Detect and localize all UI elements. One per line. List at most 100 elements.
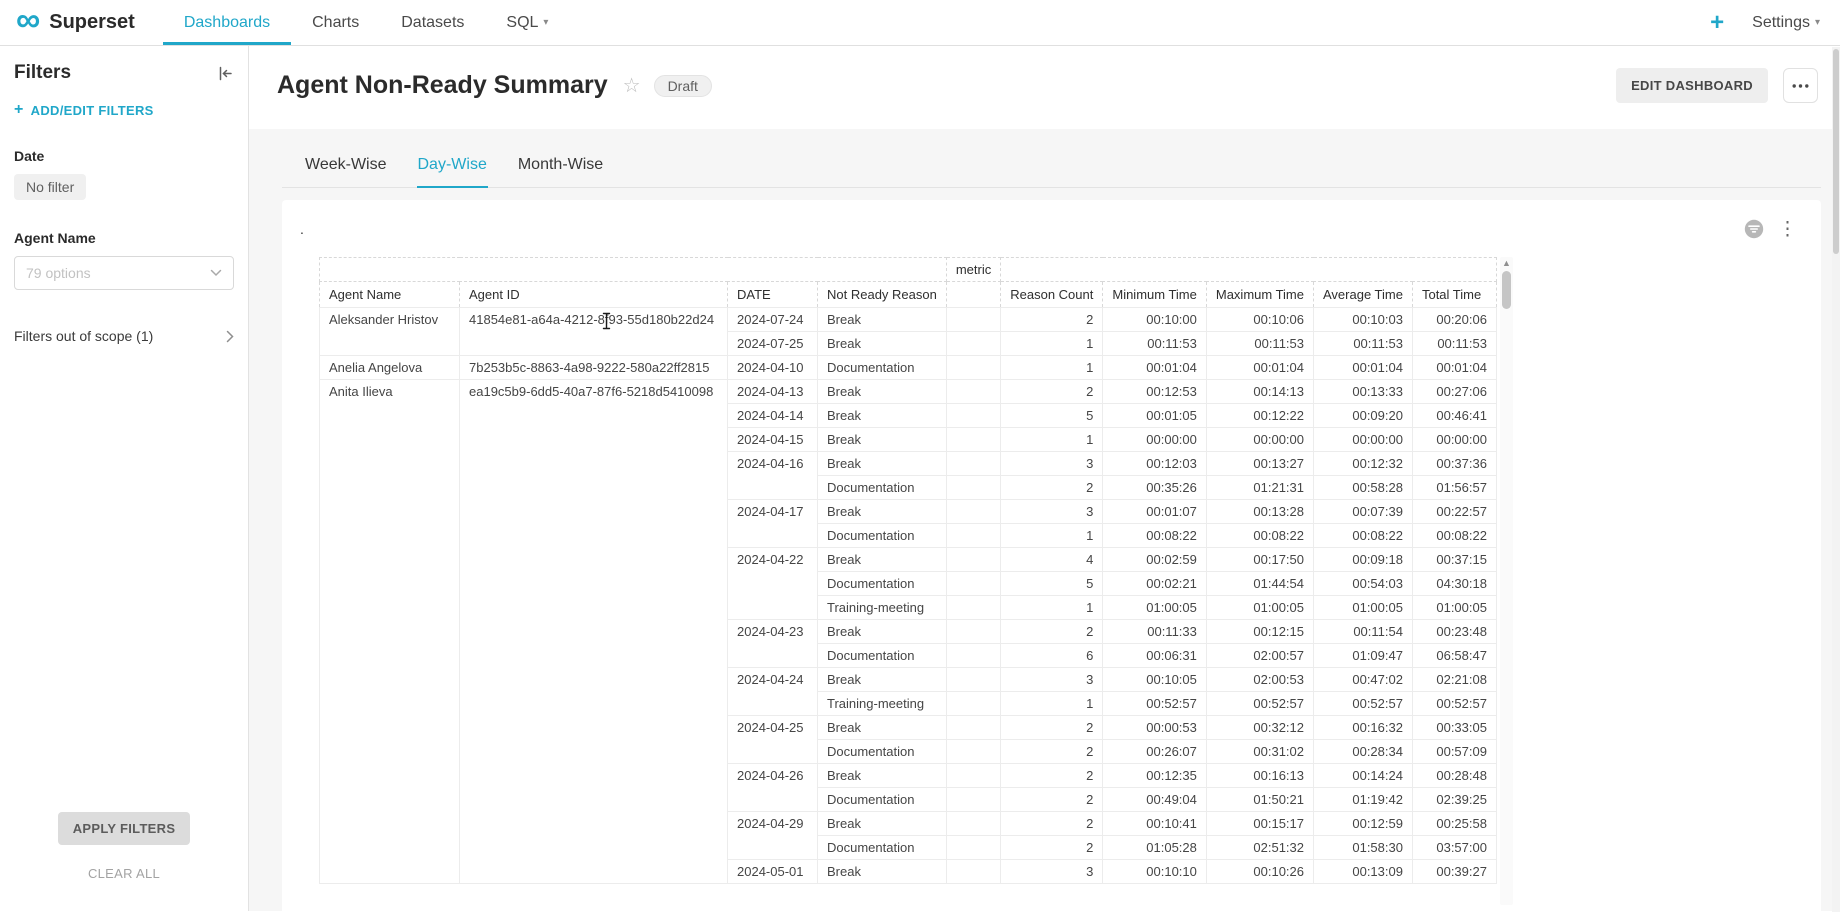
metric-cell: 00:13:28 bbox=[1206, 500, 1313, 524]
column-header-not-ready-reason[interactable]: Not Ready Reason bbox=[818, 282, 947, 308]
metric-cell: 2 bbox=[1001, 836, 1103, 860]
settings-menu[interactable]: Settings ▾ bbox=[1752, 14, 1820, 32]
clear-all-button[interactable]: CLEAR ALL bbox=[88, 866, 160, 881]
add-edit-filters-button[interactable]: + ADD/EDIT FILTERS bbox=[14, 102, 234, 118]
new-item-button[interactable]: + bbox=[1710, 11, 1724, 35]
scroll-up-arrow-icon[interactable]: ▲ bbox=[1502, 259, 1511, 268]
brand-logo[interactable]: ∞ Superset bbox=[16, 0, 163, 45]
metric-cell: 2 bbox=[1001, 380, 1103, 404]
dashboard-body: Week-Wise Day-Wise Month-Wise . ⋮ bbox=[249, 129, 1840, 922]
nav-item-datasets[interactable]: Datasets bbox=[380, 0, 485, 45]
page-scrollbar[interactable] bbox=[1832, 47, 1840, 912]
row-header-cell: Break bbox=[818, 332, 947, 356]
filters-out-of-scope[interactable]: Filters out of scope (1) bbox=[14, 328, 234, 344]
row-header-cell bbox=[946, 524, 1000, 548]
metric-cell: 00:31:02 bbox=[1206, 740, 1313, 764]
metric-cell: 5 bbox=[1001, 404, 1103, 428]
row-header-cell: Documentation bbox=[818, 572, 947, 596]
dashboard-tabs: Week-Wise Day-Wise Month-Wise bbox=[282, 146, 1821, 188]
metric-cell: 01:05:28 bbox=[1103, 836, 1207, 860]
metric-cell: 00:25:58 bbox=[1412, 812, 1496, 836]
metric-cell: 1 bbox=[1001, 332, 1103, 356]
metric-cell: 00:52:57 bbox=[1314, 692, 1413, 716]
brand-name: Superset bbox=[49, 11, 135, 34]
metric-cell: 00:11:33 bbox=[1103, 620, 1207, 644]
metric-cell: 00:35:26 bbox=[1103, 476, 1207, 500]
apply-filters-button[interactable]: APPLY FILTERS bbox=[58, 812, 191, 845]
metric-cell: 00:10:00 bbox=[1103, 308, 1207, 332]
column-header-average-time[interactable]: Average Time bbox=[1314, 282, 1413, 308]
row-header-cell bbox=[946, 548, 1000, 572]
chart-card: . ⋮ bbox=[282, 200, 1821, 922]
page-scrollbar-thumb[interactable] bbox=[1833, 49, 1839, 254]
metric-cell: 5 bbox=[1001, 572, 1103, 596]
metric-cell: 00:57:09 bbox=[1412, 740, 1496, 764]
row-header-cell: Break bbox=[818, 860, 947, 884]
row-header-cell: 2024-04-15 bbox=[728, 428, 818, 452]
metric-cell: 01:44:54 bbox=[1206, 572, 1313, 596]
row-header-cell bbox=[946, 740, 1000, 764]
metric-cell: 00:12:59 bbox=[1314, 812, 1413, 836]
tab-day-wise[interactable]: Day-Wise bbox=[417, 146, 488, 188]
row-header-cell bbox=[946, 476, 1000, 500]
metric-cell: 01:21:31 bbox=[1206, 476, 1313, 500]
column-header-reason-count[interactable]: Reason Count bbox=[1001, 282, 1103, 308]
metric-cell: 02:39:25 bbox=[1412, 788, 1496, 812]
tab-week-wise[interactable]: Week-Wise bbox=[304, 146, 388, 188]
column-header-total-time[interactable]: Total Time bbox=[1412, 282, 1496, 308]
pivot-table-scroll-area[interactable]: metric Agent Name Agent ID DATE Not Read… bbox=[319, 257, 1797, 905]
metric-cell: 00:12:32 bbox=[1314, 452, 1413, 476]
table-row: Anelia Angelova7b253b5c-8863-4a98-9222-5… bbox=[320, 356, 1497, 380]
metric-cell: 2 bbox=[1001, 308, 1103, 332]
metric-cell: 01:00:05 bbox=[1206, 596, 1313, 620]
row-header-cell: Documentation bbox=[818, 476, 947, 500]
column-header-maximum-time[interactable]: Maximum Time bbox=[1206, 282, 1313, 308]
column-header-agent-id[interactable]: Agent ID bbox=[460, 282, 728, 308]
column-header-minimum-time[interactable]: Minimum Time bbox=[1103, 282, 1207, 308]
nav-item-dashboards[interactable]: Dashboards bbox=[163, 0, 291, 45]
favorite-star-icon[interactable]: ☆ bbox=[623, 76, 641, 96]
plus-icon: + bbox=[14, 102, 24, 118]
metric-cell: 00:10:05 bbox=[1103, 668, 1207, 692]
row-header-cell bbox=[946, 356, 1000, 380]
date-filter-chip[interactable]: No filter bbox=[14, 174, 86, 200]
more-options-button[interactable] bbox=[1783, 68, 1818, 103]
row-header-cell: Break bbox=[818, 812, 947, 836]
row-header-cell: 41854e81-a64a-4212-8f93-55d180b22d24 bbox=[460, 308, 728, 356]
table-scrollbar-thumb[interactable] bbox=[1502, 271, 1511, 309]
row-header-cell bbox=[946, 668, 1000, 692]
edit-dashboard-button[interactable]: EDIT DASHBOARD bbox=[1616, 68, 1768, 103]
pivot-table-head: metric Agent Name Agent ID DATE Not Read… bbox=[320, 258, 1497, 308]
nav-item-charts[interactable]: Charts bbox=[291, 0, 380, 45]
metric-cell: 00:52:57 bbox=[1103, 692, 1207, 716]
row-header-cell: Break bbox=[818, 716, 947, 740]
metric-cell: 01:09:47 bbox=[1314, 644, 1413, 668]
chart-filter-indicator-icon[interactable] bbox=[1744, 219, 1764, 239]
metric-cell: 01:19:42 bbox=[1314, 788, 1413, 812]
row-header-cell: Break bbox=[818, 764, 947, 788]
metric-cell: 00:13:09 bbox=[1314, 860, 1413, 884]
nav-item-sql[interactable]: SQL ▾ bbox=[485, 0, 569, 45]
collapse-filters-icon[interactable] bbox=[217, 65, 234, 82]
metric-cell: 00:12:35 bbox=[1103, 764, 1207, 788]
metric-cell: 00:02:21 bbox=[1103, 572, 1207, 596]
chart-menu-kebab-icon[interactable]: ⋮ bbox=[1778, 220, 1797, 239]
metric-cell: 00:09:20 bbox=[1314, 404, 1413, 428]
chevron-right-icon bbox=[226, 330, 234, 343]
column-header-date[interactable]: DATE bbox=[728, 282, 818, 308]
row-header-cell: 2024-05-01 bbox=[728, 860, 818, 884]
metric-cell: 1 bbox=[1001, 356, 1103, 380]
metric-cell: 00:10:26 bbox=[1206, 860, 1313, 884]
metric-cell: 00:49:04 bbox=[1103, 788, 1207, 812]
filters-out-of-scope-label: Filters out of scope (1) bbox=[14, 328, 153, 344]
metric-cell: 00:32:12 bbox=[1206, 716, 1313, 740]
column-header-agent-name[interactable]: Agent Name bbox=[320, 282, 460, 308]
metric-cell: 02:51:32 bbox=[1206, 836, 1313, 860]
filters-title: Filters bbox=[14, 62, 71, 84]
column-header-blank bbox=[946, 282, 1000, 308]
metric-cell: 00:10:03 bbox=[1314, 308, 1413, 332]
agent-name-select[interactable]: 79 options bbox=[14, 256, 234, 290]
table-vertical-scrollbar[interactable]: ▲ bbox=[1500, 257, 1513, 905]
tab-month-wise[interactable]: Month-Wise bbox=[517, 146, 604, 188]
metric-cell: 00:12:03 bbox=[1103, 452, 1207, 476]
